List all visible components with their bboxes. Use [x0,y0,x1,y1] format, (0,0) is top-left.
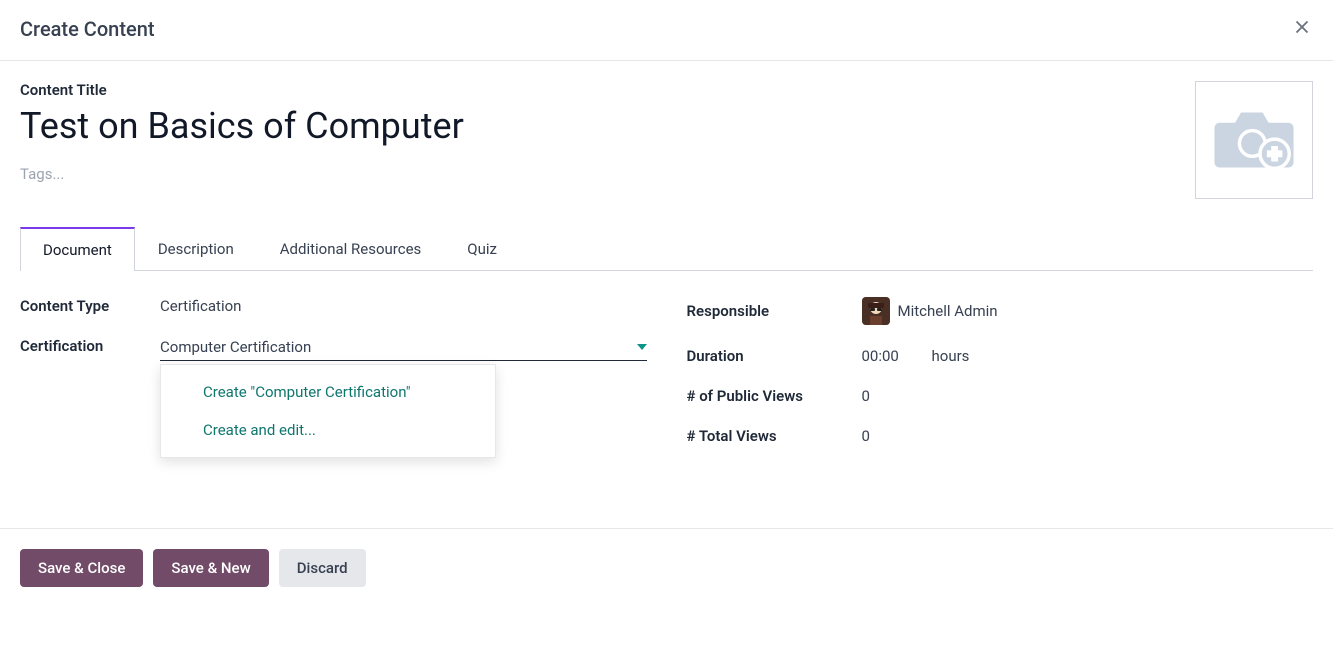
content-title-value[interactable]: Test on Basics of Computer [20,105,1195,147]
chevron-down-icon[interactable] [637,337,647,356]
content-type-value[interactable]: Certification [160,297,241,315]
total-views-label: # Total Views [687,427,862,445]
tab-bar: Document Description Additional Resource… [20,227,1313,271]
certification-row: Certification Computer Certification Cre… [20,337,647,361]
title-column: Content Title Test on Basics of Computer… [20,81,1195,183]
content-title-label: Content Title [20,81,1195,99]
duration-unit: hours [932,347,970,365]
avatar [862,297,890,325]
total-views-row: # Total Views 0 [687,427,1314,445]
duration-value[interactable]: 00:00 [862,347,932,365]
duration-row: Duration 00:00 hours [687,347,1314,365]
modal-title: Create Content [20,17,154,41]
close-button[interactable] [1291,16,1313,42]
close-icon [1291,16,1313,38]
tab-document[interactable]: Document [20,227,135,271]
content-type-label: Content Type [20,297,160,315]
certification-dropdown[interactable]: Computer Certification Create "Computer … [160,337,647,361]
public-views-value: 0 [862,387,870,405]
discard-button[interactable]: Discard [279,549,366,587]
camera-plus-icon [1211,105,1297,175]
modal-header: Create Content [0,0,1333,61]
tab-description[interactable]: Description [135,227,257,270]
public-views-label: # of Public Views [687,387,862,405]
responsible-value[interactable]: Mitchell Admin [898,302,998,320]
public-views-row: # of Public Views 0 [687,387,1314,405]
dropdown-create-edit-option[interactable]: Create and edit... [161,411,495,449]
form-right-column: Responsible Mitchell Admin Duration 00:0… [687,297,1314,445]
responsible-label: Responsible [687,302,862,320]
certification-label: Certification [20,337,160,355]
tab-quiz[interactable]: Quiz [444,227,520,270]
certification-dropdown-menu: Create "Computer Certification" Create a… [160,364,496,458]
save-close-button[interactable]: Save & Close [20,549,143,587]
modal-footer: Save & Close Save & New Discard [0,529,1333,607]
save-new-button[interactable]: Save & New [153,549,268,587]
content-type-row: Content Type Certification [20,297,647,315]
form-left-column: Content Type Certification Certification… [20,297,647,445]
tags-input[interactable]: Tags... [20,165,1195,183]
image-upload[interactable] [1195,81,1313,199]
form-grid: Content Type Certification Certification… [20,297,1313,445]
duration-label: Duration [687,347,862,365]
responsible-row: Responsible Mitchell Admin [687,297,1314,325]
tab-additional-resources[interactable]: Additional Resources [257,227,445,270]
certification-value: Computer Certification [160,338,311,356]
title-row: Content Title Test on Basics of Computer… [20,81,1313,199]
dropdown-create-option[interactable]: Create "Computer Certification" [161,373,495,411]
total-views-value: 0 [862,427,870,445]
modal-body: Content Title Test on Basics of Computer… [0,61,1333,529]
